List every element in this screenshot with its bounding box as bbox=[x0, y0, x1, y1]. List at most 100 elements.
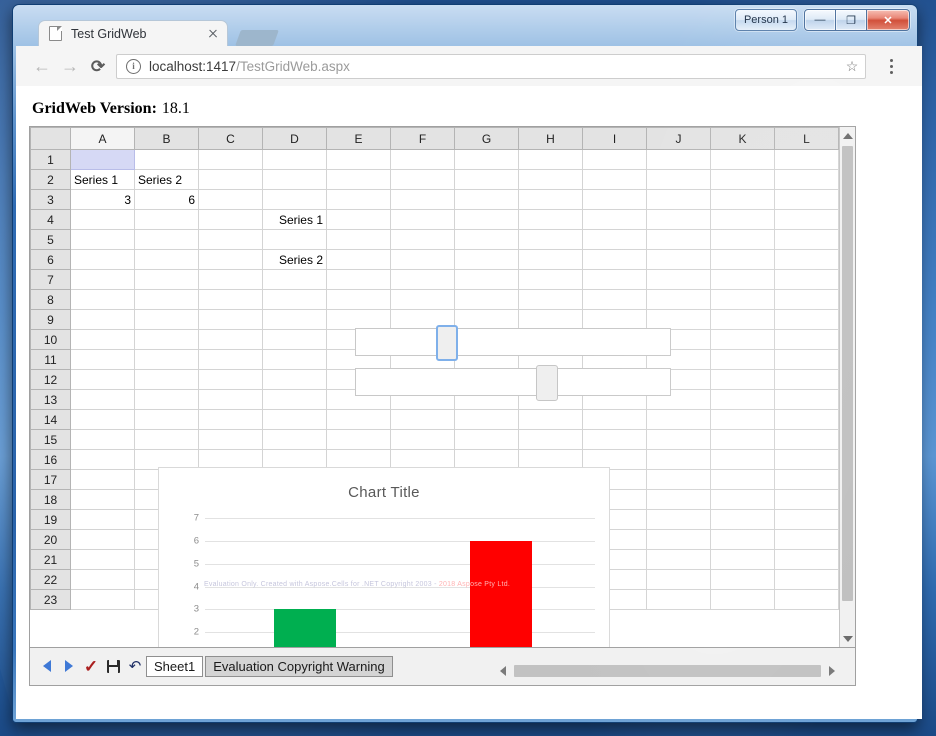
grid-cell-i1[interactable] bbox=[582, 149, 647, 170]
column-header-a[interactable]: A bbox=[70, 127, 135, 150]
chart-bar-2[interactable] bbox=[470, 540, 532, 647]
column-header-e[interactable]: E bbox=[326, 127, 391, 150]
grid-cell-i6[interactable] bbox=[582, 249, 647, 270]
grid-cell-i20[interactable] bbox=[582, 529, 647, 550]
grid-cell-l15[interactable] bbox=[774, 429, 839, 450]
grid-cell-a7[interactable] bbox=[70, 269, 135, 290]
grid-cell-j2[interactable] bbox=[646, 169, 711, 190]
grid-cell-j9[interactable] bbox=[646, 309, 711, 330]
row-header-11[interactable]: 11 bbox=[30, 349, 71, 370]
row-header-9[interactable]: 9 bbox=[30, 309, 71, 330]
save-button[interactable] bbox=[102, 654, 124, 678]
grid-cell-f6[interactable] bbox=[390, 249, 455, 270]
grid-cell-c6[interactable] bbox=[198, 249, 263, 270]
grid-cell-j10[interactable] bbox=[646, 329, 711, 350]
grid-cell-h21[interactable] bbox=[518, 549, 583, 570]
grid-cell-j14[interactable] bbox=[646, 409, 711, 430]
vertical-scrollbar-thumb[interactable] bbox=[842, 146, 853, 601]
undo-button[interactable]: ↶ bbox=[124, 654, 146, 678]
grid-cell-a10[interactable] bbox=[70, 329, 135, 350]
grid-cell-k4[interactable] bbox=[710, 209, 775, 230]
grid-cell-a21[interactable] bbox=[70, 549, 135, 570]
grid-cell-a14[interactable] bbox=[70, 409, 135, 430]
scroll-down-button[interactable] bbox=[840, 630, 855, 647]
grid-cell-l19[interactable] bbox=[774, 509, 839, 530]
grid-cell-l16[interactable] bbox=[774, 449, 839, 470]
grid-cell-a16[interactable] bbox=[70, 449, 135, 470]
grid-cell-k13[interactable] bbox=[710, 389, 775, 410]
grid-cell-b9[interactable] bbox=[134, 309, 199, 330]
grid-cell-c14[interactable] bbox=[198, 409, 263, 430]
grid-cell-g14[interactable] bbox=[454, 409, 519, 430]
grid-cell-h9[interactable] bbox=[518, 309, 583, 330]
grid-cell-c3[interactable] bbox=[198, 189, 263, 210]
grid-cell-b12[interactable] bbox=[134, 369, 199, 390]
grid-cell-c12[interactable] bbox=[198, 369, 263, 390]
series-1-slider[interactable] bbox=[355, 325, 671, 361]
grid-cell-i23[interactable] bbox=[582, 589, 647, 610]
grid-cell-a11[interactable] bbox=[70, 349, 135, 370]
grid-cell-i10[interactable] bbox=[582, 329, 647, 350]
bookmark-star-icon[interactable]: ☆ bbox=[839, 55, 865, 78]
grid-cell-k18[interactable] bbox=[710, 489, 775, 510]
grid-cell-j23[interactable] bbox=[646, 589, 711, 610]
grid-cell-i3[interactable] bbox=[582, 189, 647, 210]
grid-cell-j6[interactable] bbox=[646, 249, 711, 270]
grid-cell-a15[interactable] bbox=[70, 429, 135, 450]
grid-cell-j1[interactable] bbox=[646, 149, 711, 170]
grid-cell-k7[interactable] bbox=[710, 269, 775, 290]
grid-cell-h23[interactable] bbox=[518, 589, 583, 610]
row-header-10[interactable]: 10 bbox=[30, 329, 71, 350]
column-header-i[interactable]: I bbox=[582, 127, 647, 150]
prev-sheet-button[interactable] bbox=[36, 654, 58, 678]
grid-cell-i18[interactable] bbox=[582, 489, 647, 510]
grid-cell-b8[interactable] bbox=[134, 289, 199, 310]
grid-cell-a20[interactable] bbox=[70, 529, 135, 550]
grid-cell-d1[interactable] bbox=[262, 149, 327, 170]
grid-cell-l17[interactable] bbox=[774, 469, 839, 490]
grid-cell-k1[interactable] bbox=[710, 149, 775, 170]
grid-cell-a18[interactable] bbox=[70, 489, 135, 510]
grid-cell-j16[interactable] bbox=[646, 449, 711, 470]
grid-cell-b13[interactable] bbox=[134, 389, 199, 410]
grid-cell-l12[interactable] bbox=[774, 369, 839, 390]
grid-cell-j8[interactable] bbox=[646, 289, 711, 310]
column-header-j[interactable]: J bbox=[646, 127, 711, 150]
grid-cell-e3[interactable] bbox=[326, 189, 391, 210]
grid-cell-b14[interactable] bbox=[134, 409, 199, 430]
grid-cell-f4[interactable] bbox=[390, 209, 455, 230]
grid-cell-j3[interactable] bbox=[646, 189, 711, 210]
series-2-slider[interactable] bbox=[355, 365, 671, 401]
grid-cell-k11[interactable] bbox=[710, 349, 775, 370]
grid-cell-c1[interactable] bbox=[198, 149, 263, 170]
grid-cell-g9[interactable] bbox=[454, 309, 519, 330]
grid-cell-i14[interactable] bbox=[582, 409, 647, 430]
grid-cell-e5[interactable] bbox=[326, 229, 391, 250]
grid-cell-i17[interactable] bbox=[582, 469, 647, 490]
grid-cell-g4[interactable] bbox=[454, 209, 519, 230]
grid-cell-d4[interactable]: Series 1 bbox=[262, 209, 327, 230]
chrome-menu-icon[interactable] bbox=[878, 54, 904, 79]
grid-cell-i2[interactable] bbox=[582, 169, 647, 190]
grid-cell-j17[interactable] bbox=[646, 469, 711, 490]
close-window-button[interactable]: ✕ bbox=[867, 9, 910, 31]
grid-cell-k5[interactable] bbox=[710, 229, 775, 250]
row-header-20[interactable]: 20 bbox=[30, 529, 71, 550]
grid-cell-d9[interactable] bbox=[262, 309, 327, 330]
grid-cell-i22[interactable] bbox=[582, 569, 647, 590]
grid-cell-c9[interactable] bbox=[198, 309, 263, 330]
grid-cell-i13[interactable] bbox=[582, 389, 647, 410]
grid-cell-l13[interactable] bbox=[774, 389, 839, 410]
grid-cell-f8[interactable] bbox=[390, 289, 455, 310]
grid-cell-b5[interactable] bbox=[134, 229, 199, 250]
grid-cell-l10[interactable] bbox=[774, 329, 839, 350]
grid-cell-g1[interactable] bbox=[454, 149, 519, 170]
grid-cell-d2[interactable] bbox=[262, 169, 327, 190]
column-header-h[interactable]: H bbox=[518, 127, 583, 150]
row-header-18[interactable]: 18 bbox=[30, 489, 71, 510]
grid-cell-f3[interactable] bbox=[390, 189, 455, 210]
row-header-12[interactable]: 12 bbox=[30, 369, 71, 390]
grid-cell-k20[interactable] bbox=[710, 529, 775, 550]
grid-horizontal-scrollbar[interactable] bbox=[495, 662, 840, 680]
grid-cell-k17[interactable] bbox=[710, 469, 775, 490]
